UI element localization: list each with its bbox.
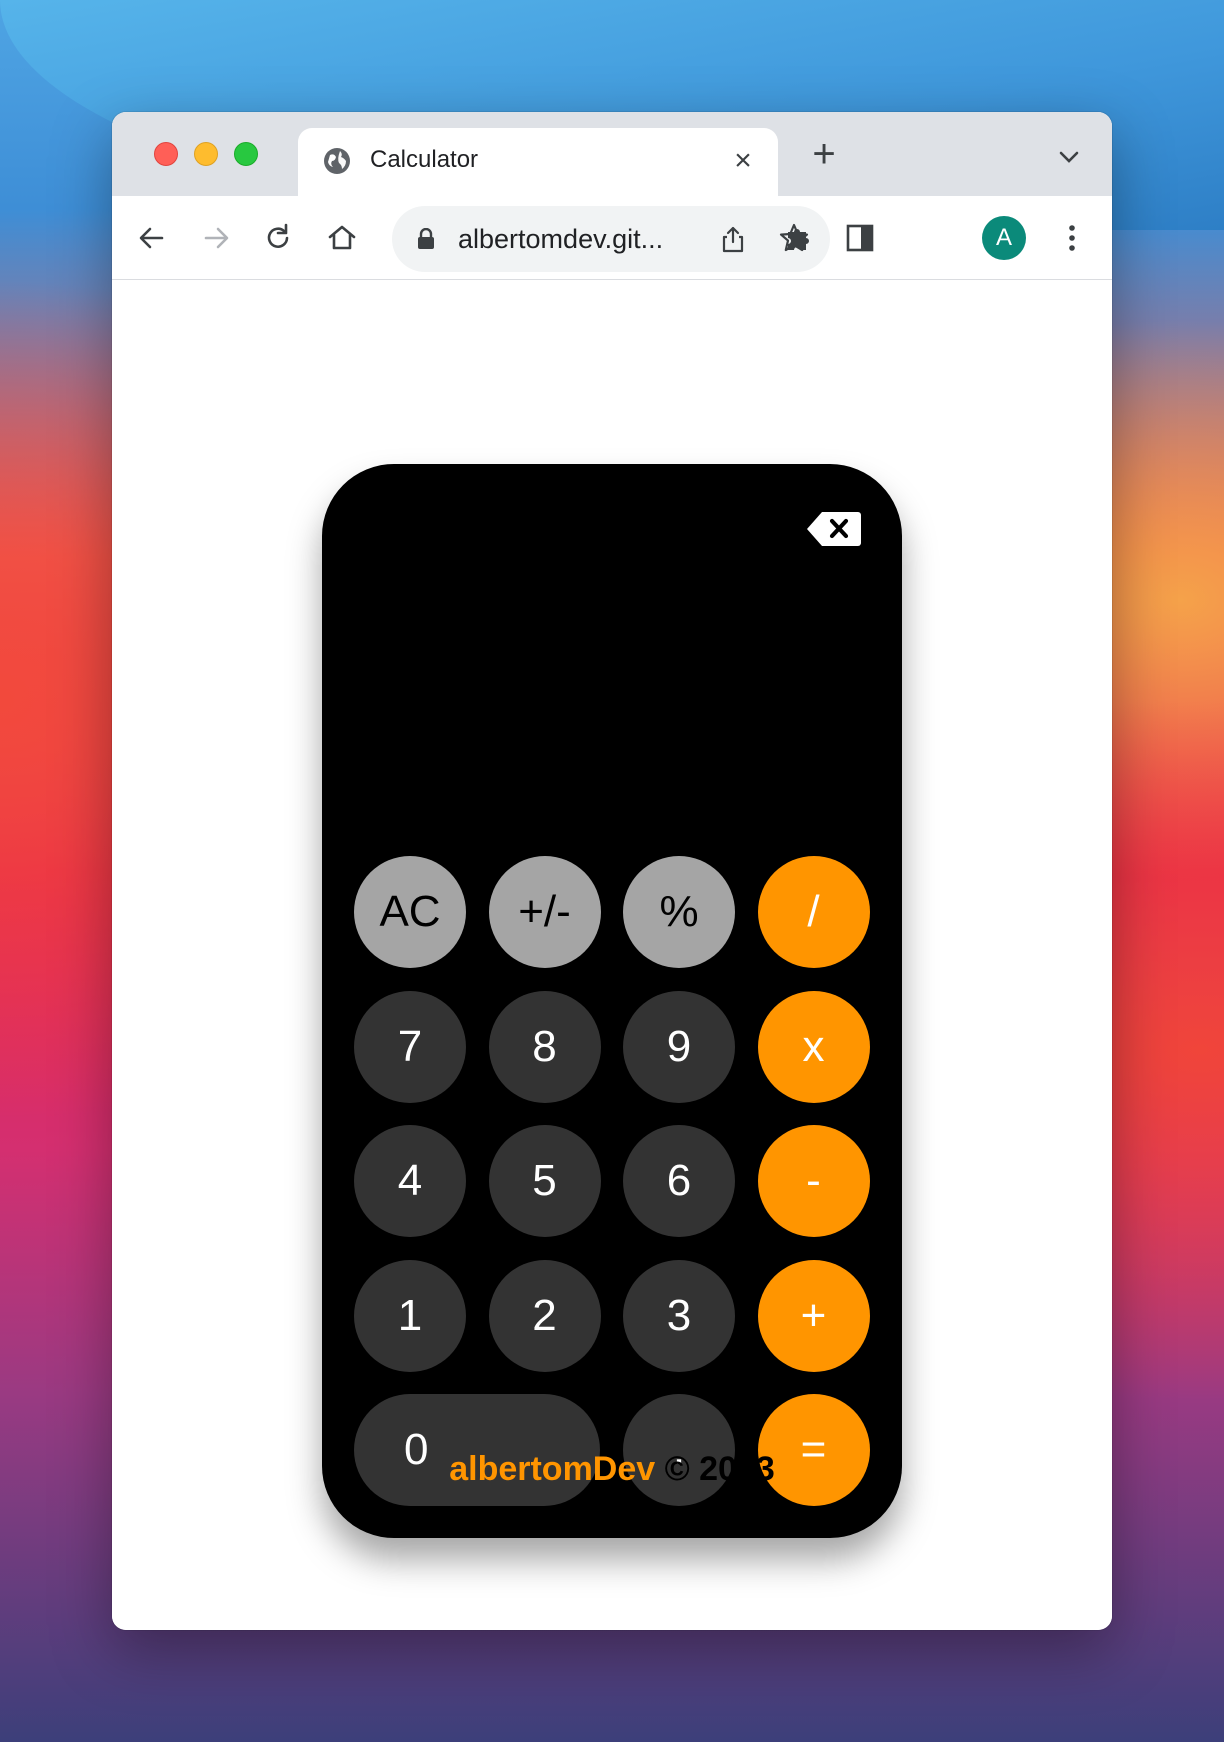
- key-clear-button[interactable]: AC: [354, 856, 466, 968]
- key-2-button[interactable]: 2: [488, 1259, 601, 1372]
- tab-calculator[interactable]: Calculator ×: [298, 128, 778, 196]
- key-add-button[interactable]: +: [757, 1259, 870, 1372]
- footer-brand-link[interactable]: albertomDev: [449, 1450, 655, 1488]
- key-multiply-button[interactable]: x: [757, 990, 870, 1103]
- key-8-button[interactable]: 8: [488, 990, 601, 1103]
- browser-toolbar: albertomdev.git... A: [112, 196, 1112, 280]
- window-minimize-button[interactable]: [194, 142, 218, 166]
- lock-icon[interactable]: [416, 228, 436, 250]
- key-9-button[interactable]: 9: [623, 990, 735, 1103]
- calculator: AC +/-%/7 8 9 x 4 5 6-1 2 3 +0. =: [322, 464, 902, 1538]
- window-close-button[interactable]: [154, 142, 178, 166]
- extensions-puzzle-icon[interactable]: [776, 216, 820, 260]
- key-percent-button[interactable]: %: [623, 856, 735, 968]
- side-panel-icon[interactable]: [838, 216, 882, 260]
- footer: albertomDev © 2023: [112, 1450, 1112, 1489]
- new-tab-button[interactable]: +: [802, 134, 846, 178]
- tab-title: Calculator: [370, 146, 479, 173]
- page-content: AC +/-%/7 8 9 x 4 5 6-1 2 3 +0. = albertomDev © 202…: [112, 280, 1112, 1630]
- key-subtract-button[interactable]: -: [757, 1125, 870, 1237]
- share-icon[interactable]: [718, 224, 748, 254]
- tab-bar: Calculator × +: [112, 112, 1112, 196]
- key-4-button[interactable]: 4: [354, 1125, 466, 1237]
- key-7-button[interactable]: 7: [354, 990, 466, 1103]
- browser-window: Calculator × + albertomdev.git... A AC +…: [112, 112, 1112, 1630]
- forward-arrow-icon[interactable]: [194, 216, 238, 260]
- key-5-button[interactable]: 5: [488, 1125, 601, 1237]
- key-6-button[interactable]: 6: [623, 1125, 735, 1237]
- footer-copyright: © 2023: [655, 1450, 775, 1488]
- window-maximize-button[interactable]: [234, 142, 258, 166]
- key-sign-toggle-button[interactable]: +/-: [488, 856, 601, 968]
- keypad: AC +/-%/7 8 9 x 4 5 6-1 2 3 +0. =: [354, 856, 872, 1506]
- calculator-display: [352, 504, 872, 844]
- home-icon[interactable]: [320, 216, 364, 260]
- key-3-button[interactable]: 3: [623, 1259, 735, 1372]
- tab-close-icon[interactable]: ×: [726, 144, 760, 178]
- reload-icon[interactable]: [256, 216, 300, 260]
- address-bar[interactable]: albertomdev.git...: [392, 206, 830, 272]
- chevron-down-icon[interactable]: [1052, 140, 1086, 174]
- key-divide-button[interactable]: /: [757, 856, 870, 968]
- globe-icon: [324, 148, 350, 174]
- back-arrow-icon[interactable]: [130, 216, 174, 260]
- profile-avatar[interactable]: A: [982, 216, 1026, 260]
- backspace-icon[interactable]: [806, 510, 862, 548]
- key-1-button[interactable]: 1: [354, 1259, 466, 1372]
- url-text[interactable]: albertomdev.git...: [458, 224, 663, 255]
- more-menu-icon[interactable]: [1050, 216, 1094, 260]
